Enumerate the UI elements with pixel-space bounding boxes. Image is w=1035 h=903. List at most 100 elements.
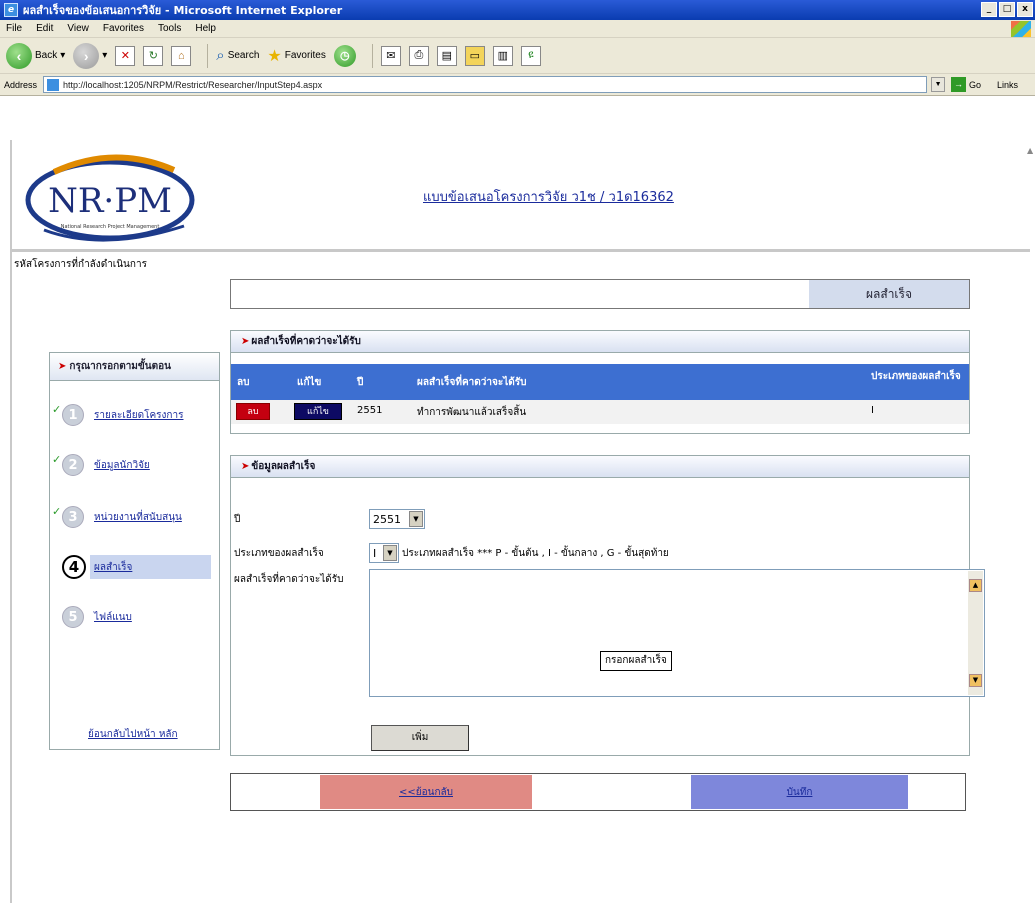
expected-result-label: ผลสำเร็จที่คาดว่าจะได้รับ [234,574,344,585]
scroll-up-icon[interactable]: ▲ [969,579,982,592]
edit-button[interactable]: แก้ไข [294,403,342,420]
history-icon[interactable]: ◷ [333,44,356,67]
favorites-label: Favorites [284,50,326,61]
scroll-down-icon[interactable]: ▼ [969,674,982,687]
year-select[interactable]: 2551 ▼ [369,509,425,529]
check-icon: ✓ [52,505,62,518]
go-arrow-icon: → [951,77,967,92]
menu-bar: File Edit View Favorites Tools Help [0,20,1035,38]
menu-tools[interactable]: Tools [158,23,181,34]
header-divider [12,249,1030,252]
folder-icon[interactable]: ▭ [464,45,485,66]
result-tab-bar: ผลสำเร็จ [230,279,970,309]
sidebar-item-label[interactable]: รายละเอียดโครงการ [94,408,183,423]
panel-title-label: ผลสำเร็จที่คาดว่าจะได้รับ [251,336,361,347]
project-code-label: รหัสโครงการที่กำลังดำเนินการ [14,259,147,270]
page-title[interactable]: แบบข้อเสนอโครงการวิจัย ว1ช / ว1ด16362 [423,186,674,207]
expected-result-textarea[interactable]: ▲ ▼ [369,569,985,697]
mail-icon[interactable]: ✉ [380,45,401,66]
panel-title: ➤ ผลสำเร็จที่คาดว่าจะได้รับ [231,331,969,353]
minimize-button[interactable]: _ [981,2,997,17]
address-url: http://localhost:1205/NRPM/Restrict/Rese… [63,79,323,90]
windows-logo-icon [1011,21,1031,37]
sidebar-item-label[interactable]: ผลสำเร็จ [94,560,132,575]
edit-page-icon[interactable]: ▤ [436,45,457,66]
research-icon[interactable]: ▥ [492,45,513,66]
page-icon [47,78,60,91]
sidebar-item-attachments[interactable]: 5 ไฟล์แนบ [50,603,219,631]
dropdown-icon[interactable]: ▼ [409,511,423,527]
year-select-value: 2551 [373,512,401,526]
sidebar-item-label[interactable]: หน่วยงานที่สนับสนุน [94,510,182,525]
step-number-icon: 2 [62,454,84,476]
ie-icon: e [4,3,18,17]
sidebar-item-project-details[interactable]: ✓ 1 รายละเอียดโครงการ [50,401,219,429]
refresh-icon[interactable]: ↻ [143,45,164,66]
sidebar-item-label[interactable]: ไฟล์แนบ [94,610,132,625]
messenger-icon[interactable]: ዩ [520,45,541,66]
close-button[interactable]: x [1017,2,1033,17]
search-icon: ⌕ [216,47,225,64]
sidebar-header: ➤ กรุณากรอกตามขั้นตอน [50,353,219,381]
table-header: ลบ แก้ไข ปี ผลสำเร็จที่คาดว่าจะได้รับ ปร… [231,364,969,400]
maximize-button[interactable]: □ [999,2,1015,17]
go-button[interactable]: → Go [951,77,981,92]
nrpm-logo: NR·PM National Research Project Manageme… [25,154,195,242]
sidebar-item-result[interactable]: 4 ผลสำเร็จ [50,553,219,581]
expected-results-panel: ➤ ผลสำเร็จที่คาดว่าจะได้รับ ลบ แก้ไข ปี … [230,330,970,434]
svg-text:National Research Project Mana: National Research Project Management [61,224,160,230]
back-button[interactable]: ‹ Back ▾ [6,42,65,69]
dropdown-icon[interactable]: ▾ [102,50,107,61]
forward-arrow-icon: › [73,42,100,69]
search-label: Search [227,50,260,61]
textarea-scrollbar[interactable]: ▲ ▼ [968,571,983,695]
delete-button[interactable]: ลบ [236,403,270,420]
links-label[interactable]: Links [997,80,1018,90]
toolbar-separator [371,43,373,68]
step-number-icon: 5 [62,606,84,628]
column-header: ประเภทของผลสำเร็จ [871,371,961,382]
bottom-nav: <<ย้อนกลับ บันทึก [230,773,966,811]
result-type-hint: ประเภทผลสำเร็จ *** P - ขั้นต้น , I - ขั้… [402,548,669,559]
stop-icon[interactable]: ✕ [115,45,136,66]
address-bar: Address http://localhost:1205/NRPM/Restr… [0,74,1035,96]
active-step-highlight: ผลสำเร็จ [90,555,211,579]
forward-button[interactable]: › ▾ [73,42,107,69]
sidebar-header-label: กรุณากรอกตามขั้นตอน [69,361,171,372]
result-type-label: ประเภทของผลสำเร็จ [234,548,324,559]
browser-toolbar: ‹ Back ▾ › ▾ ✕ ↻ ⌂ ⌕ Search ★ Favorites … [0,38,1035,74]
type-cell: I [871,405,874,416]
back-label: Back [35,50,58,61]
search-button[interactable]: ⌕ Search [216,47,259,64]
address-dropdown-icon[interactable]: ▼ [931,77,946,92]
favorites-button[interactable]: ★ Favorites [267,46,325,66]
add-button[interactable]: เพิ่ม [371,725,469,751]
scrollbar-up-icon[interactable]: ▲ [1027,146,1033,156]
dropdown-icon[interactable]: ▾ [60,50,65,61]
sidebar-item-agency[interactable]: ✓ 3 หน่วยงานที่สนับสนุน [50,503,219,531]
menu-favorites[interactable]: Favorites [103,23,144,34]
print-icon[interactable]: ⎙ [408,45,429,66]
dropdown-icon[interactable]: ▼ [383,545,397,561]
result-type-select[interactable]: I ▼ [369,543,399,563]
result-type-value: I [373,546,377,560]
sidebar-item-researcher[interactable]: ✓ 2 ข้อมูลนักวิจัย [50,451,219,479]
year-label: ปี [234,514,241,525]
save-button[interactable]: บันทึก [691,775,908,809]
window-titlebar: e ผลสำเร็จของข้อเสนอการวิจัย - Microsoft… [0,0,1035,20]
menu-edit[interactable]: Edit [36,23,53,34]
back-button[interactable]: <<ย้อนกลับ [320,775,532,809]
step-number-icon: 3 [62,506,84,528]
menu-file[interactable]: File [6,23,22,34]
sidebar-item-label[interactable]: ข้อมูลนักวิจัย [94,458,150,473]
tab-result[interactable]: ผลสำเร็จ [809,280,969,308]
result-cell: ทำการพัฒนาแล้วเสร็จสิ้น [417,407,527,418]
address-input[interactable]: http://localhost:1205/NRPM/Restrict/Rese… [43,76,928,93]
check-icon: ✓ [52,403,62,416]
menu-view[interactable]: View [67,23,89,34]
menu-help[interactable]: Help [195,23,216,34]
fill-result-button[interactable]: กรอกผลสำเร็จ [600,651,672,671]
back-to-home-link[interactable]: ย้อนกลับไปหน้า หลัก [88,727,178,742]
home-icon[interactable]: ⌂ [171,45,192,66]
go-label: Go [969,79,982,90]
